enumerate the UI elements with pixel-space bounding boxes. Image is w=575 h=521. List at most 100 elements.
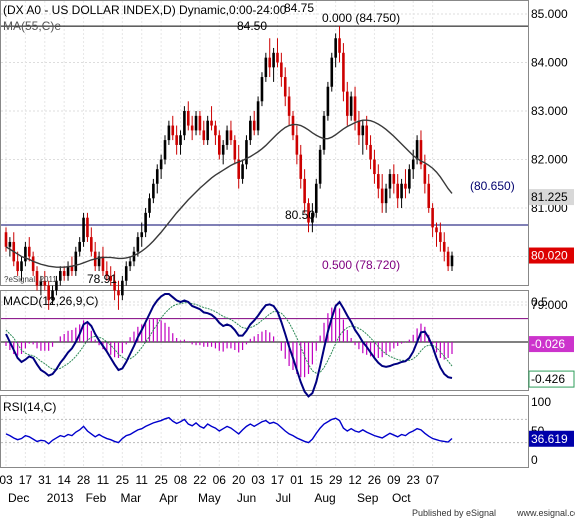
x-day-label: 26 — [368, 473, 382, 487]
candle-body — [58, 271, 62, 281]
candle-body — [349, 96, 353, 116]
candle-body — [357, 120, 361, 136]
macd-hist-badge: -0.026 — [531, 337, 565, 351]
x-month-label: Jun — [237, 491, 256, 505]
annotation-label: 80.50 — [285, 208, 315, 222]
candle-body — [446, 251, 450, 267]
candle-body — [159, 159, 163, 170]
x-month-label: Dec — [8, 491, 29, 505]
candle-body — [342, 52, 345, 92]
candle-body — [252, 120, 256, 131]
x-day-label: 20 — [232, 473, 246, 487]
candle-body — [369, 144, 372, 160]
candle-body — [210, 120, 213, 126]
candle-body — [384, 188, 388, 204]
annotation-label: 84.50 — [237, 19, 267, 33]
candle-body — [62, 271, 66, 276]
candle-body — [280, 62, 283, 78]
ma-label: MA(55,C)e — [3, 19, 61, 33]
x-day-label: 11 — [97, 473, 110, 487]
macd-value-badge: -0.426 — [531, 372, 565, 386]
candle-body — [128, 261, 132, 267]
price-tick-label: 84.000 — [531, 56, 568, 70]
candle-body — [214, 125, 217, 136]
x-month-label: Apr — [159, 491, 178, 505]
candle-body — [345, 91, 349, 116]
x-day-label: 14 — [57, 473, 71, 487]
x-day-label: 03 — [0, 473, 13, 487]
footer-url: www.esignal.com — [516, 508, 575, 518]
candle-body — [202, 130, 206, 141]
candle-body — [179, 135, 182, 145]
candle-body — [78, 241, 81, 252]
candle-body — [90, 237, 93, 252]
candle-body — [427, 183, 431, 208]
candle-body — [400, 183, 403, 199]
candle-body — [186, 111, 190, 126]
candle-body — [8, 241, 12, 247]
last-price-badge: 80.020 — [531, 249, 568, 263]
candle-body — [175, 135, 178, 145]
x-day-label: 17 — [271, 473, 285, 487]
candle-body — [373, 159, 376, 175]
x-day-label: 31 — [38, 473, 52, 487]
x-day-label: 28 — [77, 473, 91, 487]
candle-body — [408, 169, 411, 189]
candle-body — [221, 144, 225, 155]
annotation-label: 0.500 (78.720) — [322, 258, 400, 272]
candle-body — [4, 232, 8, 247]
candle-body — [365, 125, 368, 145]
x-day-label: 03 — [251, 473, 265, 487]
x-day-label: 25 — [116, 473, 130, 487]
candle-body — [380, 188, 384, 204]
candle-body — [291, 115, 295, 136]
candle-body — [276, 52, 279, 63]
candle-body — [82, 217, 85, 242]
rsi-label: RSI(14,C) — [3, 400, 56, 414]
macd-tick-label: 0.5 — [531, 295, 548, 309]
candle-body — [314, 183, 318, 213]
candle-body — [303, 178, 306, 204]
candle-body — [27, 246, 31, 257]
x-day-label: 17 — [19, 473, 33, 487]
candle-body — [283, 77, 287, 97]
x-day-label: 07 — [426, 473, 440, 487]
chart-canvas: 84.50 0.000 (84.750) (80.650) 80.50 78.91 0.5… — [0, 0, 575, 518]
candle-body — [152, 183, 155, 199]
candle-body — [148, 198, 151, 213]
x-month-label: May — [198, 491, 221, 505]
rsi-tick-label: 0 — [531, 453, 538, 467]
rsi-panel-frame — [0, 395, 529, 468]
candle-body — [435, 227, 438, 233]
candle-body — [287, 96, 291, 116]
price-tick-label: 83.000 — [531, 104, 568, 118]
candle-body — [272, 52, 275, 68]
candle-body — [392, 174, 396, 184]
candle-body — [260, 77, 264, 102]
candle-body — [256, 101, 260, 131]
candle-body — [194, 115, 198, 131]
candle-body — [322, 115, 326, 150]
x-day-label: 15 — [310, 473, 324, 487]
candle-body — [144, 212, 147, 233]
x-month-label: Jul — [276, 491, 291, 505]
ma-price-badge: 81.225 — [531, 190, 568, 204]
x-day-label: 11 — [136, 473, 149, 487]
x-day-label: 12 — [348, 473, 362, 487]
x-day-label: 06 — [213, 473, 227, 487]
x-month-label: Feb — [86, 491, 107, 505]
candle-body — [183, 111, 186, 136]
x-month-label: Mar — [120, 491, 141, 505]
candle-body — [86, 217, 89, 238]
x-day-label: 23 — [407, 473, 421, 487]
annotation-label: 0.000 (84.750) — [322, 11, 400, 25]
candle-body — [439, 232, 442, 242]
footer-text: Published by eSignal — [412, 508, 496, 518]
x-day-label: 01 — [290, 473, 304, 487]
x-day-label: 25 — [154, 473, 168, 487]
candle-body — [326, 86, 330, 116]
candle-body — [404, 183, 407, 189]
x-month-label: Sep — [357, 491, 379, 505]
candle-body — [136, 237, 140, 252]
candle-body — [171, 125, 175, 136]
